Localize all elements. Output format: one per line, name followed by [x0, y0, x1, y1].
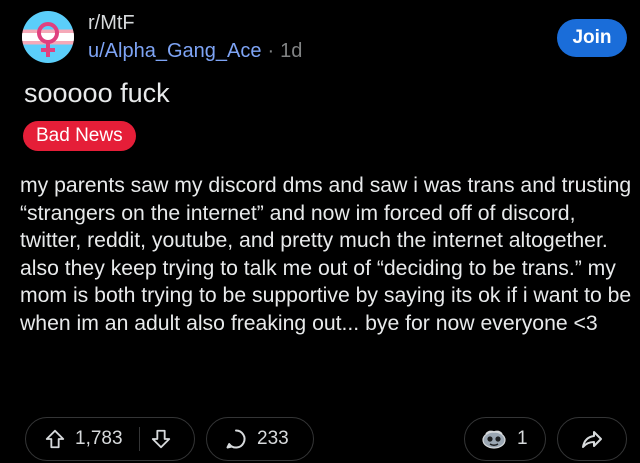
- comments-button[interactable]: 233: [206, 417, 314, 461]
- post-age: 1d: [280, 40, 303, 62]
- comment-count: 233: [257, 428, 289, 449]
- speech-bubble-icon: [226, 429, 246, 449]
- upvote-count: 1,783: [75, 428, 123, 449]
- post-meta: u/Alpha_Gang_Ace · 1d: [88, 40, 302, 63]
- award-icon: [482, 430, 506, 449]
- join-button[interactable]: Join: [557, 19, 627, 57]
- post-flair[interactable]: Bad News: [23, 121, 136, 151]
- meta-separator: ·: [267, 40, 275, 62]
- share-button[interactable]: [557, 417, 627, 461]
- trans-female-symbol-icon: [37, 22, 59, 57]
- award-count: 1: [517, 428, 528, 449]
- arrow-down-icon[interactable]: [150, 428, 172, 450]
- award-button[interactable]: 1: [464, 417, 546, 461]
- share-arrow-icon: [582, 431, 602, 448]
- post-body: my parents saw my discord dms and saw i …: [20, 174, 632, 335]
- post-card: r/MtF u/Alpha_Gang_Ace · 1d Join sooooo …: [0, 0, 640, 463]
- author-username[interactable]: u/Alpha_Gang_Ace: [88, 40, 261, 63]
- subreddit-avatar[interactable]: [22, 11, 74, 63]
- vote-control: 1,783: [25, 417, 195, 461]
- arrow-up-icon[interactable]: [44, 428, 66, 450]
- post-title: sooooo fuck: [24, 78, 170, 108]
- subreddit-name[interactable]: r/MtF: [88, 12, 135, 35]
- vote-divider: [138, 427, 140, 451]
